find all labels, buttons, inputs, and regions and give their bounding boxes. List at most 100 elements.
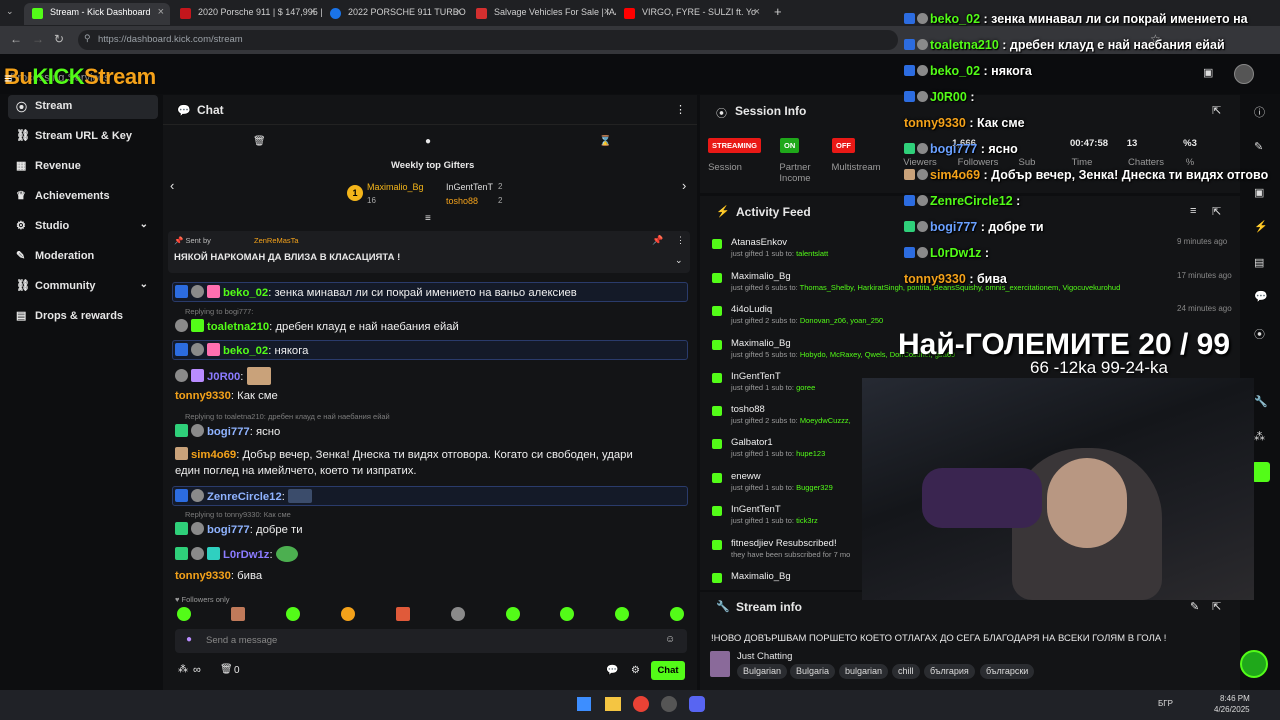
mod-icon[interactable]: ⦿ xyxy=(1254,326,1265,342)
folder-icon[interactable] xyxy=(605,697,621,711)
forward-icon[interactable]: → xyxy=(32,32,44,46)
support-icon[interactable] xyxy=(1240,650,1268,678)
emote-icon[interactable] xyxy=(396,607,410,621)
close-icon[interactable]: × xyxy=(310,6,316,18)
monitor-icon[interactable]: ▣ xyxy=(1203,66,1213,79)
popout-icon[interactable]: ⇱ xyxy=(1212,104,1221,117)
chat-username[interactable]: J0R00 xyxy=(207,371,240,383)
reload-icon[interactable]: ↻ xyxy=(54,32,64,46)
gifter-name[interactable]: tosho88 xyxy=(446,196,478,206)
chat-send-button[interactable]: Chat xyxy=(651,661,685,680)
sidebar-item-stream[interactable]: ⦿ Stream xyxy=(8,95,158,119)
emote-icon[interactable] xyxy=(560,607,574,621)
browser-tab[interactable]: 2022 PORSCHE 911 TURBO | E × xyxy=(322,3,468,25)
pinned-user[interactable]: ZenReMasTa xyxy=(254,236,299,245)
emote-icon[interactable] xyxy=(506,607,520,621)
start-icon[interactable] xyxy=(577,697,591,711)
browser-tab[interactable]: 2020 Porsche 911 | $ 147,995 | × xyxy=(172,3,322,25)
sidebar-item-drops-rewards[interactable]: ▤ Drops & rewards xyxy=(8,305,158,329)
browser-tab[interactable]: VIRGO, FYRE - SULZI ft. Yo × xyxy=(616,3,766,25)
more-icon[interactable]: ⋮ xyxy=(675,103,686,116)
activity-name[interactable]: Maximalio_Bg xyxy=(731,338,791,349)
activity-name[interactable]: Galbator1 xyxy=(731,437,773,448)
activity-name[interactable]: Maximalio_Bg xyxy=(731,571,791,582)
emote-icon[interactable] xyxy=(615,607,629,621)
chat-settings-icon[interactable]: ● xyxy=(425,136,431,147)
chat-username[interactable]: bogi777 xyxy=(207,426,250,438)
chevron-left-icon[interactable]: ‹ xyxy=(170,178,174,193)
chat-username[interactable]: L0rDw1z xyxy=(223,549,269,561)
chevron-down-icon[interactable]: ⌄ xyxy=(675,255,683,266)
sidebar-item-revenue[interactable]: ▦ Revenue xyxy=(8,155,158,179)
emoji-icon[interactable]: ☺ xyxy=(665,634,675,645)
points-icon[interactable]: ⁂ xyxy=(178,664,188,675)
chat-bubble-icon[interactable]: 💬 xyxy=(606,665,618,676)
activity-name[interactable]: fitnesdjiev Resubscribed! xyxy=(731,538,837,549)
chat-icon[interactable]: 💬 xyxy=(1254,290,1268,303)
info-icon[interactable]: ⓘ xyxy=(1254,104,1265,120)
pin-icon[interactable]: 📌 xyxy=(652,235,663,246)
wrench-icon[interactable]: 🔧 xyxy=(1254,395,1268,408)
activity-name[interactable]: AtanasEnkov xyxy=(731,237,787,248)
url-field[interactable]: ⚲ https://dashboard.kick.com/stream xyxy=(78,30,898,50)
activity-name[interactable]: tosho88 xyxy=(731,404,765,415)
popout-icon[interactable]: ⇱ xyxy=(1212,205,1221,218)
close-icon[interactable]: × xyxy=(456,6,462,18)
doc-icon[interactable]: ▤ xyxy=(1254,256,1264,269)
chat-username[interactable]: tonny9330 xyxy=(175,390,231,402)
activity-name[interactable]: Maximalio_Bg xyxy=(731,271,791,282)
sidebar-item-studio[interactable]: ⚙ Studio ⌄ xyxy=(8,215,158,239)
popout-icon[interactable]: ⇱ xyxy=(1212,600,1221,613)
message-input[interactable]: ● Send a message ☺ xyxy=(175,629,687,653)
chat-username[interactable]: sim4o69 xyxy=(191,449,236,461)
obs-icon[interactable] xyxy=(661,696,677,712)
browser-tab[interactable]: Salvage Vehicles For Sale | IAA × xyxy=(468,3,616,25)
edit-icon[interactable]: ✎ xyxy=(1254,140,1263,153)
filter-icon[interactable]: ≡ xyxy=(1190,205,1196,217)
mic-icon[interactable]: ● xyxy=(186,634,192,645)
new-tab-icon[interactable]: + xyxy=(774,4,782,19)
filter-icon[interactable]: ≡ xyxy=(425,213,431,224)
chat-username[interactable]: ZenreCircle12 xyxy=(207,491,282,503)
hourglass-icon[interactable]: ⌛ xyxy=(599,136,611,147)
emote-icon[interactable] xyxy=(231,607,245,621)
language-indicator[interactable]: БГР xyxy=(1158,699,1173,708)
gifter-name[interactable]: InGentTenT xyxy=(446,182,493,192)
chat-username[interactable]: tonny9330 xyxy=(175,570,231,582)
gifter-name[interactable]: Maximalio_Bg xyxy=(367,182,424,192)
clock-date[interactable]: 4/26/2025 xyxy=(1214,705,1250,714)
close-icon[interactable]: × xyxy=(158,6,164,18)
clock-time[interactable]: 8:46 PM xyxy=(1220,694,1250,703)
close-icon[interactable]: × xyxy=(754,6,760,18)
activity-name[interactable]: InGentTenT xyxy=(731,371,781,382)
emote-icon[interactable] xyxy=(177,607,191,621)
chat-username[interactable]: beko_02 xyxy=(223,287,268,299)
sidebar-item-moderation[interactable]: ✎ Moderation xyxy=(8,245,158,269)
chrome-icon[interactable] xyxy=(633,696,649,712)
clip-icon[interactable]: ▣ xyxy=(1254,186,1264,199)
discord-icon[interactable] xyxy=(689,696,705,712)
avatar[interactable] xyxy=(1234,64,1254,84)
chat-username[interactable]: toaletna210 xyxy=(207,321,269,333)
activity-name[interactable]: InGentTenT xyxy=(731,504,781,515)
back-icon[interactable]: ← xyxy=(10,32,22,46)
emote-icon[interactable] xyxy=(341,607,355,621)
chat-username[interactable]: bogi777 xyxy=(207,524,250,536)
chat-username[interactable]: beko_02 xyxy=(223,345,268,357)
category-name[interactable]: Just Chatting xyxy=(737,651,792,662)
share-icon[interactable]: ⁂ xyxy=(1254,430,1265,443)
sidebar-item-stream-url-key[interactable]: ⛓ Stream URL & Key xyxy=(8,125,158,149)
highlight-icon[interactable] xyxy=(1252,462,1270,482)
gear-icon[interactable]: ⚙ xyxy=(631,665,640,676)
more-icon[interactable]: ⋮ xyxy=(676,235,685,246)
emote-icon[interactable] xyxy=(286,607,300,621)
menu-icon[interactable]: ≡ xyxy=(4,70,12,86)
tab-search-icon[interactable]: ⌄ xyxy=(6,6,14,17)
site-info-icon[interactable]: ⚲ xyxy=(84,33,91,44)
lightning-icon[interactable]: ⚡ xyxy=(1254,220,1268,233)
chevron-right-icon[interactable]: › xyxy=(682,178,686,193)
activity-name[interactable]: eneww xyxy=(731,471,761,482)
trash-icon[interactable]: 🗑 xyxy=(253,136,266,147)
activity-name[interactable]: 4i4oLudiq xyxy=(731,304,772,315)
browser-tab[interactable]: Stream - Kick Dashboard × xyxy=(24,3,170,25)
